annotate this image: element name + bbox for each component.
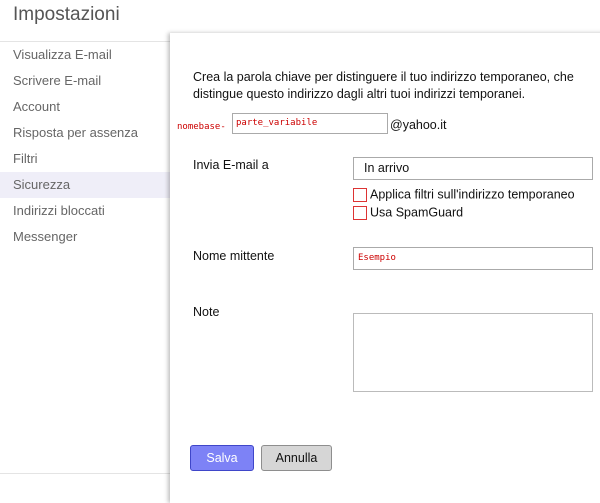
spamguard-row: Usa SpamGuard [353, 205, 463, 221]
apply-filters-label: Applica filtri sull'indirizzo temporaneo [370, 187, 575, 202]
sidebar-item-filtri[interactable]: Filtri [0, 146, 170, 172]
sidebar-item-visualizza-email[interactable]: Visualizza E-mail [0, 42, 170, 68]
temporary-address-panel: Crea la parola chiave per distinguere il… [170, 33, 600, 503]
settings-sidebar: Visualizza E-mail Scrivere E-mail Accoun… [0, 41, 170, 492]
sidebar-item-risposta-assenza[interactable]: Risposta per assenza [0, 120, 170, 146]
sender-label: Nome mittente [193, 249, 275, 263]
sidebar-divider [0, 473, 170, 474]
save-button[interactable]: Salva [190, 445, 254, 471]
page-title: Impostazioni [13, 4, 120, 25]
sidebar-item-indirizzi-bloccati[interactable]: Indirizzi bloccati [0, 198, 170, 224]
sender-name-input[interactable]: Esempio [353, 247, 593, 270]
spamguard-checkbox[interactable] [353, 205, 367, 220]
apply-filters-checkbox[interactable] [353, 187, 367, 202]
description-text: Crea la parola chiave per distinguere il… [193, 70, 574, 101]
sidebar-item-account[interactable]: Account [0, 94, 170, 120]
note-textarea[interactable] [353, 313, 593, 392]
cancel-button[interactable]: Annulla [261, 445, 332, 471]
sidebar-item-sicurezza[interactable]: Sicurezza [0, 172, 170, 198]
note-label: Note [193, 305, 220, 319]
domain-label: @yahoo.it [390, 118, 447, 132]
send-to-label: Invia E-mail a [193, 158, 269, 172]
apply-filters-row: Applica filtri sull'indirizzo temporaneo [353, 187, 575, 203]
send-to-select[interactable]: In arrivo [353, 157, 593, 180]
sidebar-item-messenger[interactable]: Messenger [0, 224, 170, 250]
variable-part-input[interactable]: parte_variabile [232, 113, 388, 134]
spamguard-label: Usa SpamGuard [370, 205, 464, 220]
base-name-label: nomebase- [177, 122, 226, 132]
sidebar-item-scrivere-email[interactable]: Scrivere E-mail [0, 68, 170, 94]
